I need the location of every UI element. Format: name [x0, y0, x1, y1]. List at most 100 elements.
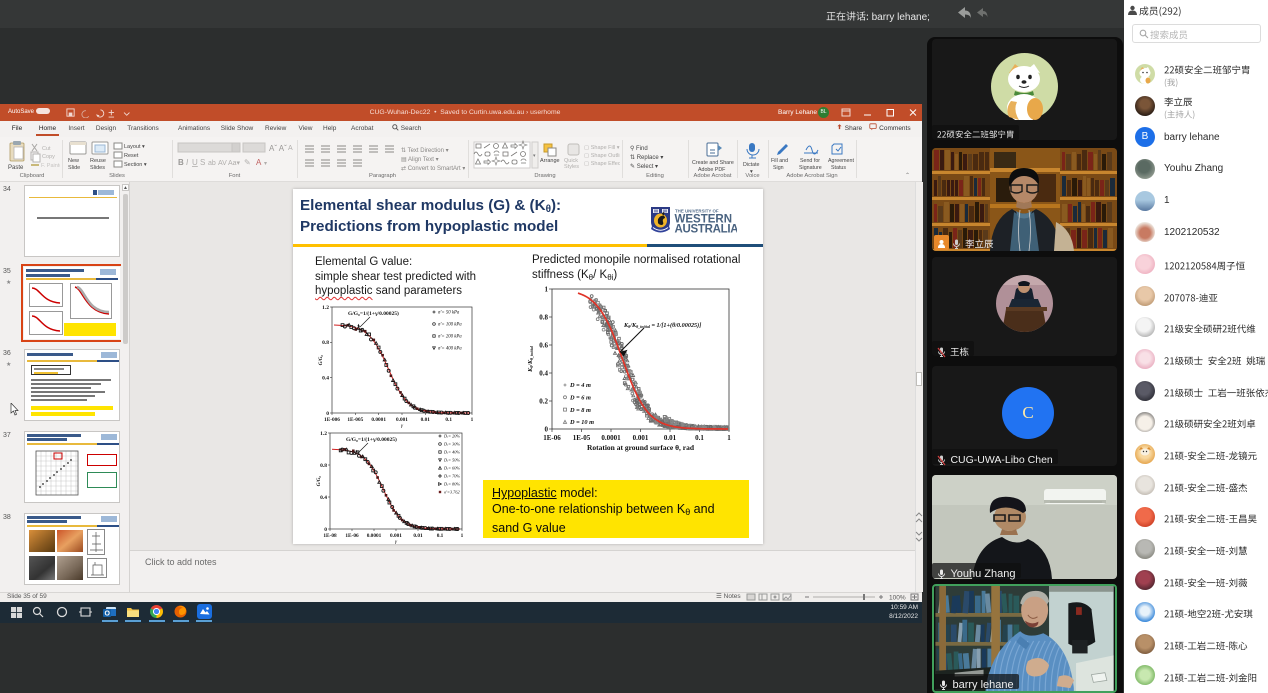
svg-text:Kθ/Kθ_initial = 1/[1+(θ/0.0002: Kθ/Kθ_initial = 1/[1+(θ/0.00025)] — [623, 322, 701, 329]
svg-text:1: 1 — [545, 285, 549, 293]
svg-text:▢ Shape Outline ▾: ▢ Shape Outline ▾ — [584, 153, 620, 159]
svg-text:D = 6 m: D = 6 m — [569, 395, 591, 402]
svg-text:Styles: Styles — [564, 164, 579, 170]
svg-text:Sign: Sign — [773, 165, 784, 171]
svg-text:0: 0 — [326, 411, 329, 417]
svg-text:Reset: Reset — [124, 153, 139, 159]
svg-text:1.2: 1.2 — [322, 305, 329, 311]
svg-text:⇄ Convert to SmartArt ▾: ⇄ Convert to SmartArt ▾ — [401, 165, 465, 172]
svg-text:0.8: 0.8 — [539, 313, 548, 321]
svg-text:I: I — [186, 158, 189, 167]
svg-text:O: O — [105, 611, 111, 618]
svg-text:Copy: Copy — [42, 154, 55, 160]
svg-text:D = 8 m: D = 8 m — [569, 407, 591, 414]
svg-text:0.2: 0.2 — [539, 397, 548, 405]
svg-text:0.1: 0.1 — [445, 417, 452, 423]
svg-text:0.0001: 0.0001 — [601, 434, 621, 442]
svg-text:Dᵣ= 50%: Dᵣ= 50% — [443, 458, 460, 463]
svg-text:⇅ Replace ▾: ⇅ Replace ▾ — [630, 155, 663, 161]
svg-text:0: 0 — [324, 527, 327, 533]
svg-text:Status: Status — [831, 165, 846, 171]
svg-text:1E-06: 1E-06 — [543, 434, 561, 442]
svg-text:0.4: 0.4 — [320, 495, 327, 501]
svg-text:Cut: Cut — [42, 146, 51, 152]
svg-text:0.8: 0.8 — [320, 463, 327, 469]
svg-text:0.8: 0.8 — [322, 340, 329, 346]
svg-text:Slide: Slide — [68, 165, 80, 171]
svg-text:0.01: 0.01 — [413, 533, 423, 539]
svg-text:1E-06: 1E-06 — [345, 533, 359, 539]
svg-text:0.6: 0.6 — [539, 341, 548, 349]
svg-text:Send for: Send for — [800, 158, 820, 164]
svg-text:⇅ Text Direction ▾: ⇅ Text Direction ▾ — [401, 148, 449, 154]
svg-text:Dᵣ= 30%: Dᵣ= 30% — [443, 442, 460, 447]
svg-text:0.001: 0.001 — [633, 434, 649, 442]
svg-text:Aˇ Aˇ: Aˇ Aˇ — [269, 144, 287, 153]
svg-text:1E-005: 1E-005 — [347, 417, 363, 423]
svg-text:1E-08: 1E-08 — [323, 533, 337, 539]
svg-text:✎ Select ▾: ✎ Select ▾ — [630, 163, 658, 170]
svg-text:S: S — [200, 158, 205, 167]
svg-text:ab: ab — [208, 160, 216, 167]
svg-text:G/G0: G/G0 — [317, 476, 322, 487]
svg-text:0.1: 0.1 — [437, 533, 444, 539]
svg-text:0.01: 0.01 — [421, 417, 431, 423]
svg-text:σ′=3.762: σ′=3.762 — [444, 490, 460, 495]
svg-text:0.0001: 0.0001 — [371, 417, 386, 423]
svg-text:Paste: Paste — [8, 165, 24, 171]
svg-text:A: A — [288, 145, 293, 152]
svg-text:Agreement: Agreement — [828, 158, 854, 164]
svg-text:Dᵣ= 40%: Dᵣ= 40% — [443, 450, 460, 455]
svg-text:Slides: Slides — [90, 165, 105, 171]
svg-text:AV: AV — [218, 160, 227, 167]
svg-text:Dᵣ= 70%: Dᵣ= 70% — [443, 474, 460, 479]
svg-text:Dᵣ= 60%: Dᵣ= 60% — [443, 466, 460, 471]
svg-text:D = 4 m: D = 4 m — [569, 382, 591, 389]
svg-text:Create and Share: Create and Share — [692, 160, 734, 166]
svg-text:0.4: 0.4 — [539, 369, 548, 377]
svg-text:0.01: 0.01 — [664, 434, 677, 442]
svg-text:U: U — [192, 158, 198, 167]
svg-text:Dᵣ= 80%: Dᵣ= 80% — [443, 482, 460, 487]
svg-text:0.4: 0.4 — [322, 376, 329, 382]
svg-text:σ′= 50 kPa: σ′= 50 kPa — [438, 311, 460, 316]
svg-text:Arrange: Arrange — [540, 158, 560, 164]
svg-text:D = 10 m: D = 10 m — [569, 419, 594, 426]
svg-text:σ′= 400 kPa: σ′= 400 kPa — [438, 347, 462, 352]
svg-text:Fill and: Fill and — [771, 158, 788, 164]
svg-text:A: A — [256, 158, 262, 167]
svg-text:Dictate: Dictate — [743, 162, 760, 168]
svg-text:AUSTRALIA: AUSTRALIA — [675, 224, 738, 235]
svg-text:▢ Shape Effects ▾: ▢ Shape Effects ▾ — [584, 161, 620, 167]
svg-text:Signature: Signature — [799, 165, 822, 171]
svg-text:Layout ▾: Layout ▾ — [124, 144, 145, 150]
svg-text:G/G0: G/G0 — [319, 355, 324, 366]
svg-text:σ′= 100 kPa: σ′= 100 kPa — [438, 323, 462, 328]
svg-text:0.0001: 0.0001 — [367, 533, 382, 539]
svg-text:▤ Align Text ▾: ▤ Align Text ▾ — [401, 157, 439, 163]
svg-text:σ′= 200 kPa: σ′= 200 kPa — [438, 335, 462, 340]
svg-text:⚲ Find: ⚲ Find — [630, 145, 648, 152]
svg-text:G/G0=1/(1+γ/0.00025): G/G0=1/(1+γ/0.00025) — [348, 310, 399, 317]
svg-text:Reuse: Reuse — [90, 158, 106, 164]
svg-text:G/G0=1/(1+γ/0.00025): G/G0=1/(1+γ/0.00025) — [346, 436, 397, 443]
svg-text:▾: ▾ — [750, 169, 753, 175]
svg-text:1E-05: 1E-05 — [573, 434, 591, 442]
svg-text:0: 0 — [545, 425, 549, 433]
svg-text:Dᵣ= 20%: Dᵣ= 20% — [443, 434, 460, 439]
svg-text:New: New — [68, 158, 79, 164]
svg-text:Section ▾: Section ▾ — [124, 162, 147, 168]
svg-text:1.2: 1.2 — [320, 431, 327, 437]
svg-text:γ: γ — [395, 539, 398, 545]
svg-text:1: 1 — [727, 434, 731, 442]
svg-text:1: 1 — [461, 533, 464, 539]
svg-text:Aa▾: Aa▾ — [228, 160, 241, 167]
svg-text:Kθ/Kθ_initial: Kθ/Kθ_initial — [528, 345, 534, 373]
svg-text:Rotation at ground surface θ,: Rotation at ground surface θ, rad — [587, 443, 695, 452]
svg-text:Adobe PDF: Adobe PDF — [698, 167, 726, 173]
svg-text:1: 1 — [471, 417, 474, 423]
svg-text:1E-006: 1E-006 — [324, 417, 340, 423]
svg-text:B: B — [178, 158, 184, 167]
svg-text:0.1: 0.1 — [695, 434, 704, 442]
svg-text:✎: ✎ — [244, 158, 251, 167]
